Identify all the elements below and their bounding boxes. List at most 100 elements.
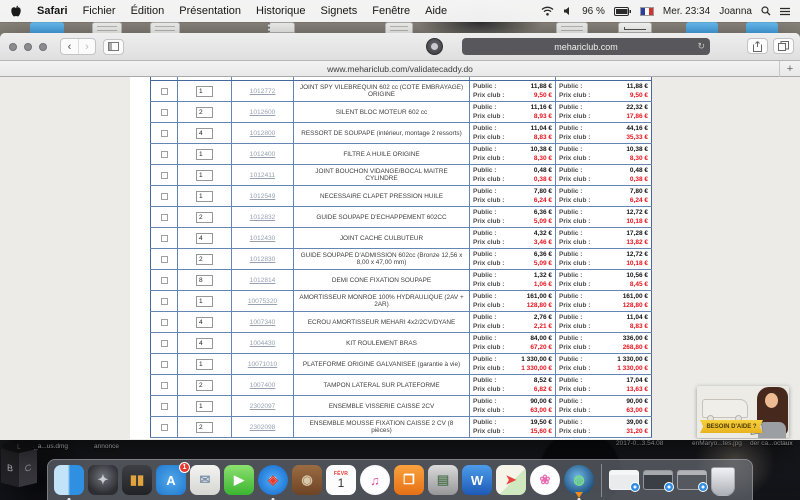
row-checkbox[interactable]	[161, 361, 168, 368]
desktop-chart-icon[interactable]	[618, 22, 652, 33]
row-checkbox[interactable]	[161, 214, 168, 221]
dock-safari-icon[interactable]: ◈	[258, 465, 288, 495]
desktop-file-label[interactable]: 2017-0...3.54.08	[616, 440, 663, 447]
menu-item-fichier[interactable]: Fichier	[83, 5, 116, 17]
part-ref-link[interactable]: 1012549	[250, 193, 276, 200]
part-ref-link[interactable]: 1012411	[250, 172, 275, 179]
quantity-input[interactable]	[196, 212, 213, 223]
menu-item-fenetre[interactable]: Fenêtre	[372, 5, 410, 17]
dock-mail-icon[interactable]: ✉	[190, 465, 220, 495]
wifi-icon[interactable]	[541, 6, 554, 16]
desktop-folder-icon[interactable]	[686, 22, 718, 33]
quantity-input[interactable]	[196, 401, 213, 412]
row-checkbox[interactable]	[161, 130, 168, 137]
desktop-document-icon[interactable]	[385, 22, 413, 33]
part-ref-link[interactable]: 1012600	[250, 109, 276, 116]
menu-item-safari[interactable]: Safari	[37, 5, 68, 17]
quantity-input[interactable]	[196, 380, 213, 391]
dock-photos-icon[interactable]: ❀	[530, 465, 560, 495]
part-ref-link[interactable]: 1007400	[250, 382, 276, 389]
quantity-input[interactable]	[196, 86, 213, 97]
row-checkbox[interactable]	[161, 193, 168, 200]
row-checkbox[interactable]	[161, 109, 168, 116]
quantity-input[interactable]	[196, 149, 213, 160]
row-checkbox[interactable]	[161, 235, 168, 242]
dock-minimized-window-3[interactable]	[677, 470, 707, 490]
quantity-input[interactable]	[196, 275, 213, 286]
keyboard-flag-icon[interactable]	[640, 7, 654, 16]
menu-clock[interactable]: Mer. 23:34	[663, 6, 710, 17]
tab-overview-button[interactable]	[773, 38, 794, 54]
part-ref-link[interactable]: 2302098	[250, 424, 276, 431]
dock-calendar-icon[interactable]: FÉVR1	[326, 465, 356, 495]
dock-photos-legacy-icon[interactable]: ▤	[428, 465, 458, 495]
help-ribbon[interactable]: BESOIN D'AIDE ?	[700, 420, 763, 433]
apple-menu-icon[interactable]	[10, 5, 22, 18]
row-checkbox[interactable]	[161, 298, 168, 305]
row-checkbox[interactable]	[161, 277, 168, 284]
dock-facetime-icon[interactable]: ▶	[224, 465, 254, 495]
minimize-window-button[interactable]	[24, 43, 32, 51]
row-checkbox[interactable]	[161, 256, 168, 263]
dock-itunes-icon[interactable]: ♫	[360, 465, 390, 495]
part-ref-link[interactable]: 1012832	[250, 214, 276, 221]
dock-displays-icon[interactable]: ▮▮	[122, 465, 152, 495]
menu-item-aide[interactable]: Aide	[425, 5, 447, 17]
desktop-document-icon[interactable]	[92, 22, 122, 33]
row-checkbox[interactable]	[161, 340, 168, 347]
quantity-input[interactable]	[196, 128, 213, 139]
quantity-input[interactable]	[196, 170, 213, 181]
quantity-input[interactable]	[196, 254, 213, 265]
part-ref-link[interactable]: 1012800	[250, 130, 276, 137]
row-checkbox[interactable]	[161, 403, 168, 410]
menu-item-signets[interactable]: Signets	[321, 5, 358, 17]
part-ref-link[interactable]: 1004430	[250, 340, 276, 347]
row-checkbox[interactable]	[161, 172, 168, 179]
part-ref-link[interactable]: 2302097	[250, 403, 276, 410]
desktop-notebook-icon[interactable]	[268, 22, 295, 33]
close-window-button[interactable]	[9, 43, 17, 51]
forward-button[interactable]: ›	[78, 39, 95, 54]
desktop-document-icon[interactable]	[150, 22, 180, 33]
dock-geo-globe-icon[interactable]: ◍	[564, 465, 594, 495]
volume-icon[interactable]	[563, 6, 573, 16]
quantity-input[interactable]	[196, 338, 213, 349]
desktop-file-label[interactable]: enMaryo...tes.jpg	[692, 440, 742, 447]
part-ref-link[interactable]: 10071010	[248, 361, 277, 368]
desktop-cube-icon[interactable]: L B C	[0, 436, 44, 498]
quantity-input[interactable]	[196, 317, 213, 328]
url-field[interactable]: mehariclub.com ↻	[462, 38, 710, 55]
quantity-input[interactable]	[196, 191, 213, 202]
dock-app-store-icon[interactable]: A1	[156, 465, 186, 495]
desktop-folder-icon[interactable]	[746, 22, 778, 33]
quantity-input[interactable]	[196, 422, 213, 433]
desktop-folder-icon[interactable]	[30, 22, 64, 33]
part-ref-link[interactable]: 1012400	[250, 151, 276, 158]
part-ref-link[interactable]: 1012772	[250, 88, 276, 95]
share-button[interactable]	[747, 38, 768, 54]
row-checkbox[interactable]	[161, 319, 168, 326]
part-ref-link[interactable]: 10075320	[248, 298, 277, 305]
menu-user[interactable]: Joanna	[719, 6, 752, 17]
desktop-file-label[interactable]: der ca...octaux	[750, 440, 793, 447]
row-checkbox[interactable]	[161, 424, 168, 431]
quantity-input[interactable]	[196, 107, 213, 118]
part-ref-link[interactable]: 1007340	[250, 319, 276, 326]
quantity-input[interactable]	[196, 359, 213, 370]
dock-minimized-window-2[interactable]	[643, 470, 673, 490]
active-tab[interactable]: www.mehariclub.com/validatecaddy.do	[327, 64, 473, 74]
dock-ibooks-icon[interactable]: ❐	[394, 465, 424, 495]
dock-trash-icon[interactable]	[711, 467, 735, 496]
part-ref-link[interactable]: 1012814	[250, 277, 276, 284]
back-button[interactable]: ‹	[61, 39, 78, 54]
part-ref-link[interactable]: 1012430	[250, 235, 276, 242]
row-checkbox[interactable]	[161, 88, 168, 95]
dock-word-icon[interactable]: W	[462, 465, 492, 495]
quantity-input[interactable]	[196, 233, 213, 244]
dock-maps-icon[interactable]: ➤	[496, 465, 526, 495]
content-blocker-icon[interactable]	[426, 38, 443, 55]
row-checkbox[interactable]	[161, 151, 168, 158]
desktop-file-label[interactable]: annonce	[94, 443, 119, 450]
menu-item-edition[interactable]: Édition	[131, 5, 165, 17]
desktop-document-icon[interactable]	[556, 22, 588, 33]
